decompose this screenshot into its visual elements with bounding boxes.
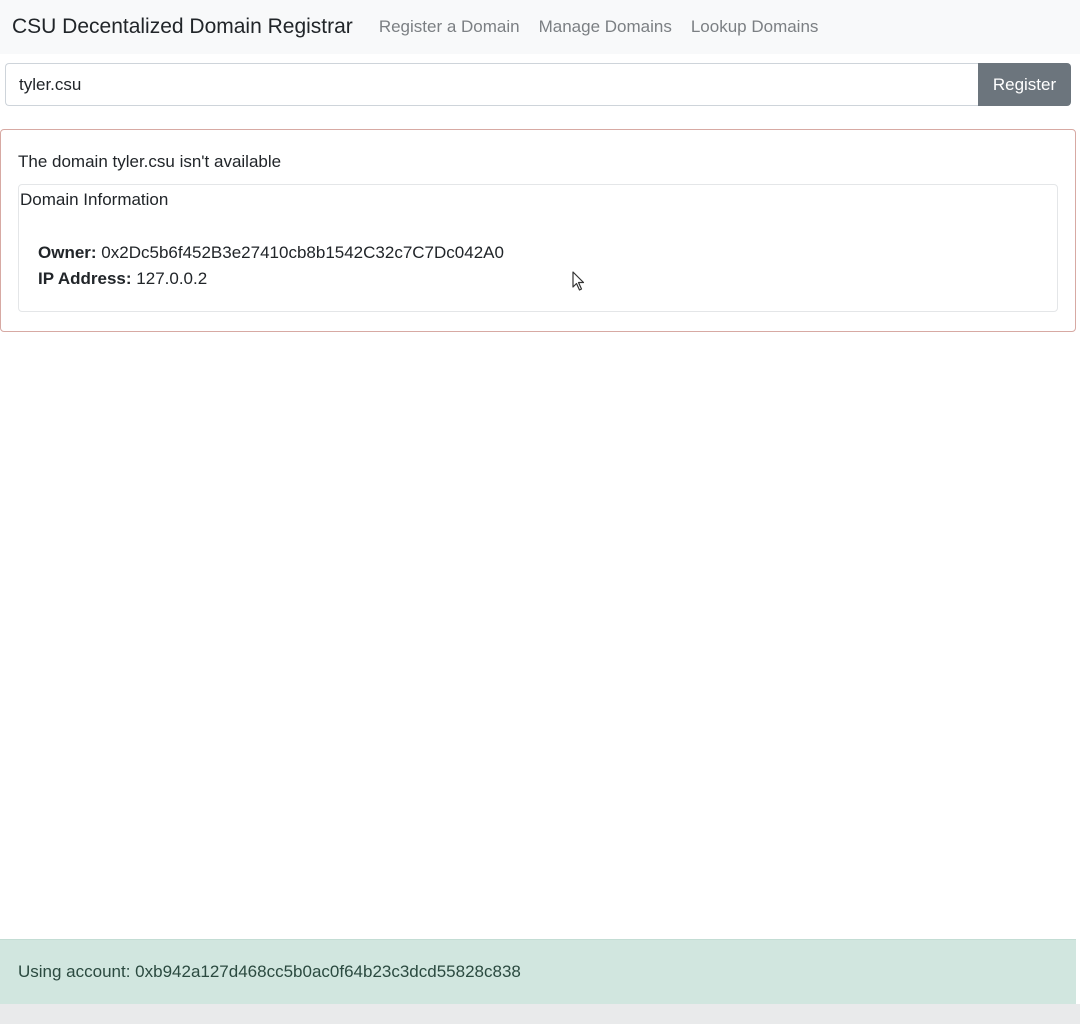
register-button[interactable]: Register xyxy=(978,63,1071,106)
nav-link-lookup-domains[interactable]: Lookup Domains xyxy=(691,17,819,37)
ip-address-value: 127.0.0.2 xyxy=(136,269,208,288)
window-bottom-bar xyxy=(0,1004,1080,1024)
domain-result-card: The domain tyler.csu isn't available Dom… xyxy=(0,129,1076,332)
navbar: CSU Decentalized Domain Registrar Regist… xyxy=(0,0,1080,54)
brand-title[interactable]: CSU Decentalized Domain Registrar xyxy=(12,15,353,39)
domain-information-title: Domain Information xyxy=(20,190,169,209)
owner-value: 0x2Dc5b6f452B3e27410cb8b1542C32c7C7Dc042… xyxy=(101,243,504,262)
ip-address-label: IP Address: xyxy=(38,269,132,288)
account-status-footer: Using account: 0xb942a127d468cc5b0ac0f64… xyxy=(0,939,1076,1004)
domain-information-card: Domain Information Owner: 0x2Dc5b6f452B3… xyxy=(18,184,1058,312)
domain-input[interactable] xyxy=(5,63,978,106)
mouse-pointer-icon xyxy=(572,271,585,291)
owner-line: Owner: 0x2Dc5b6f452B3e27410cb8b1542C32c7… xyxy=(38,243,504,263)
register-domain-form: Register xyxy=(5,63,1071,106)
account-text: Using account: 0xb942a127d468cc5b0ac0f64… xyxy=(18,962,521,981)
owner-label: Owner: xyxy=(38,243,97,262)
availability-message: The domain tyler.csu isn't available xyxy=(18,152,282,171)
nav-link-register-domain[interactable]: Register a Domain xyxy=(379,17,520,37)
ip-address-line: IP Address: 127.0.0.2 xyxy=(38,269,207,289)
nav-link-manage-domains[interactable]: Manage Domains xyxy=(539,17,672,37)
